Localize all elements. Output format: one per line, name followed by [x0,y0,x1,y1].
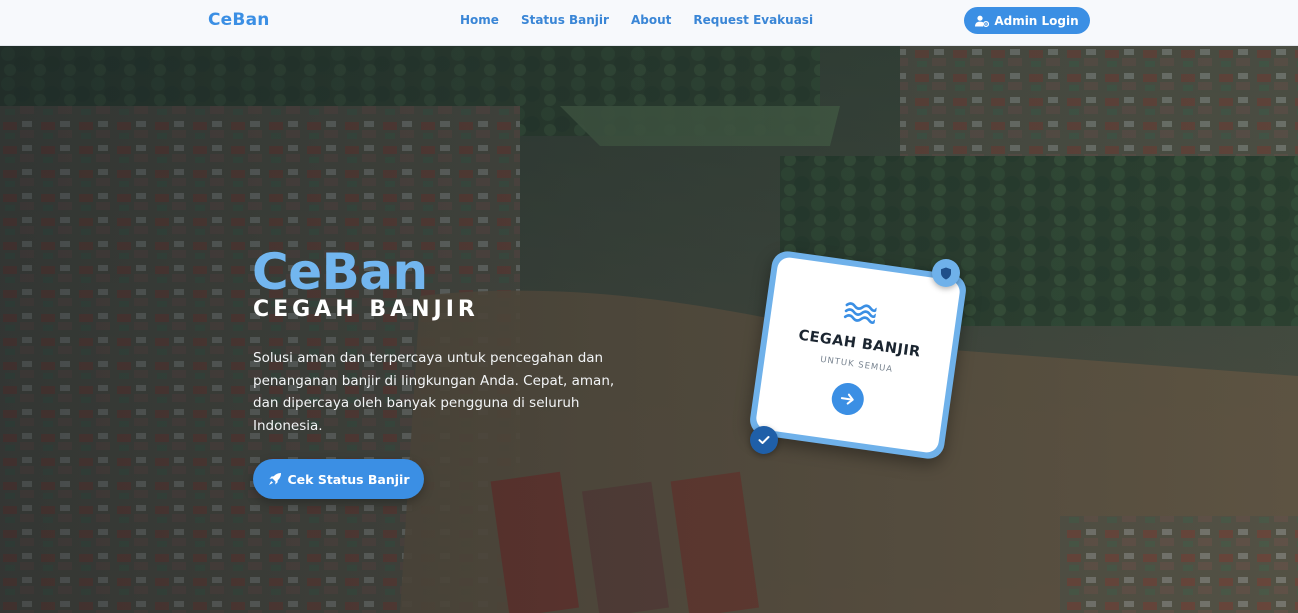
arrow-right-icon [840,392,856,406]
nav-link-request-evakuasi[interactable]: Request Evakuasi [693,13,813,27]
check-icon [758,435,770,445]
nav-link-about[interactable]: About [631,13,671,27]
cta-label: Cek Status Banjir [287,471,410,487]
admin-login-button[interactable]: Admin Login [964,7,1090,34]
nav-link-home[interactable]: Home [460,13,499,27]
cek-status-banjir-button[interactable]: Cek Status Banjir [253,459,424,499]
card-arrow-button[interactable] [829,380,866,418]
hero-description: Solusi aman dan terpercaya untuk pencega… [253,350,615,434]
brand-logo[interactable]: CeBan [208,10,270,30]
nav-links: Home Status Banjir About Request Evakuas… [460,13,835,27]
admin-login-label: Admin Login [994,13,1079,28]
hero-dark-overlay [0,46,1298,613]
navbar: CeBan Home Status Banjir About Request E… [0,0,1298,46]
nav-link-status-banjir[interactable]: Status Banjir [521,13,609,27]
shield-badge [932,259,960,287]
user-cog-icon [975,15,990,27]
water-wave-icon [843,300,878,326]
card-body: CEGAH BANJIR UNTUK SEMUA [754,256,962,454]
hero-title: CeBan [252,243,428,301]
rocket-icon [268,472,282,486]
check-badge [750,426,778,454]
hero-subtitle: CEGAH BANJIR [253,297,479,322]
hero-section [0,46,1298,613]
shield-icon [940,267,952,280]
